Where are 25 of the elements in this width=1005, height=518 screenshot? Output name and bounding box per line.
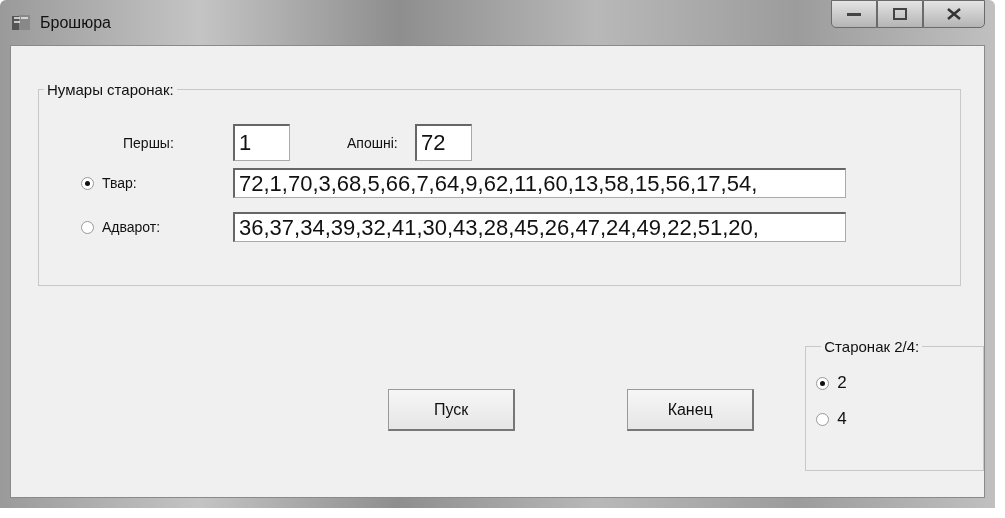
- maximize-button[interactable]: [877, 0, 923, 28]
- radio-button[interactable]: [81, 176, 94, 190]
- input-field[interactable]: 72: [415, 124, 472, 161]
- window-title: Брошюра: [40, 13, 111, 32]
- radio-label: Твар:: [102, 175, 137, 191]
- push-button[interactable]: Канец: [627, 389, 755, 431]
- radio-label: 4: [837, 409, 847, 429]
- close-icon: [947, 8, 961, 20]
- maximize-icon: [893, 8, 907, 20]
- input-field[interactable]: 1: [233, 124, 290, 161]
- close-button[interactable]: [923, 0, 985, 28]
- minimize-icon: [847, 11, 861, 17]
- push-button[interactable]: Пуск: [388, 389, 516, 431]
- radio-button[interactable]: [81, 220, 94, 234]
- radio-button[interactable]: [816, 412, 830, 426]
- input-field[interactable]: 72,1,70,3,68,5,66,7,64,9,62,11,60,13,58,15,56,17,54,: [233, 168, 846, 198]
- radio-button[interactable]: [816, 376, 830, 390]
- input-field[interactable]: 36,37,34,39,32,41,30,43,28,45,26,47,24,49,22,51,20,: [233, 212, 846, 242]
- radio-label: 2: [837, 373, 847, 393]
- radio-label: Адварот:: [102, 219, 161, 235]
- field-label: Першы:: [123, 134, 175, 151]
- group-title: Нумары старонак:: [46, 81, 175, 98]
- group-title: Старонак 2/4:: [823, 338, 921, 355]
- field-label: Апошні:: [347, 134, 399, 151]
- minimize-button[interactable]: [831, 0, 877, 28]
